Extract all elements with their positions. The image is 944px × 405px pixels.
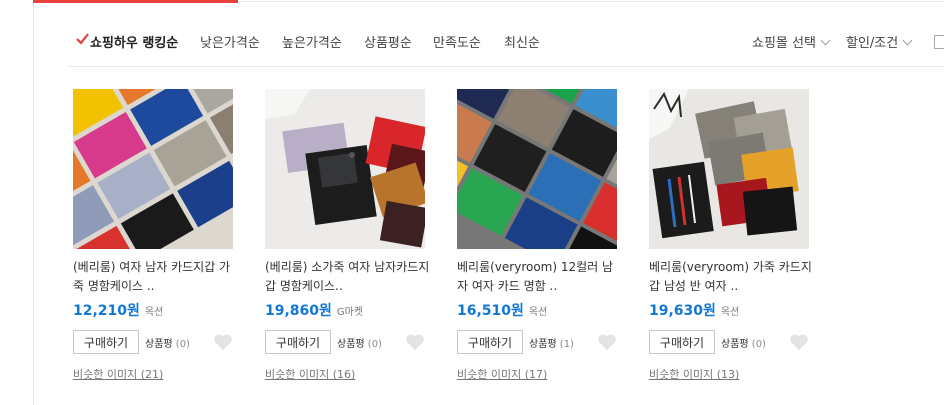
active-tab-indicator bbox=[33, 0, 238, 3]
product-title[interactable]: (베리룸) 소가죽 여자 남자카드지갑 명함케이스.. bbox=[265, 258, 430, 296]
similar-images-link[interactable]: 비슷한 이미지 (21) bbox=[73, 366, 163, 382]
product-price[interactable]: 19,860원 bbox=[265, 303, 332, 319]
product-price[interactable]: 16,510원 bbox=[457, 303, 524, 319]
product-title[interactable]: 베리룸(veryroom) 가죽 카드지갑 남성 반 여자 .. bbox=[649, 258, 814, 296]
sort-newest[interactable]: 최신순 bbox=[504, 32, 540, 51]
mall-name: 옥션 bbox=[720, 307, 740, 318]
similar-images-link[interactable]: 비슷한 이미지 (13) bbox=[649, 366, 739, 382]
discount-dropdown[interactable]: 할인/조건 bbox=[846, 32, 913, 51]
heart-icon[interactable] bbox=[213, 333, 233, 351]
review-label: 상품평 bbox=[721, 339, 749, 350]
review-label: 상품평 bbox=[145, 339, 173, 350]
review-link[interactable]: 상품평 (1) bbox=[529, 335, 574, 350]
mall-select-dropdown[interactable]: 쇼핑몰 선택 bbox=[752, 32, 831, 51]
price-row: 12,210원 옥션 bbox=[73, 300, 243, 320]
sort-ranking[interactable]: 쇼핑하우 랭킹순 bbox=[90, 32, 178, 51]
product-image[interactable] bbox=[265, 89, 425, 249]
buy-button[interactable]: 구매하기 bbox=[73, 330, 139, 354]
review-link[interactable]: 상품평 (0) bbox=[145, 335, 190, 350]
product-price[interactable]: 12,210원 bbox=[73, 303, 140, 319]
buy-button[interactable]: 구매하기 bbox=[265, 330, 331, 354]
sort-divider bbox=[67, 66, 944, 67]
product-card: (베리룸) 소가죽 여자 남자카드지갑 명함케이스.. 19,860원 G마켓 구… bbox=[265, 89, 435, 382]
chevron-down-icon bbox=[820, 35, 831, 46]
sort-high-price[interactable]: 높은가격순 bbox=[282, 32, 342, 51]
option-checkbox[interactable] bbox=[934, 35, 944, 49]
similar-images-link[interactable]: 비슷한 이미지 (17) bbox=[457, 366, 547, 382]
product-card: (베리룸) 여자 남자 카드지갑 가죽 명함케이스 .. 12,210원 옥션 구… bbox=[73, 89, 243, 382]
heart-icon[interactable] bbox=[405, 333, 425, 351]
product-price[interactable]: 19,630원 bbox=[649, 303, 716, 319]
price-row: 19,860원 G마켓 bbox=[265, 300, 435, 320]
product-title[interactable]: 베리룸(veryroom) 12컬러 남자 여자 카드 명함 .. bbox=[457, 258, 622, 296]
discount-label: 할인/조건 bbox=[846, 36, 899, 51]
mall-select-label: 쇼핑몰 선택 bbox=[752, 36, 816, 51]
sort-low-price[interactable]: 낮은가격순 bbox=[200, 32, 260, 51]
product-title[interactable]: (베리룸) 여자 남자 카드지갑 가죽 명함케이스 .. bbox=[73, 258, 238, 296]
product-image[interactable] bbox=[649, 89, 809, 249]
review-count: (0) bbox=[367, 339, 382, 350]
check-icon bbox=[76, 33, 89, 45]
review-label: 상품평 bbox=[337, 339, 365, 350]
mall-name: 옥션 bbox=[528, 307, 548, 318]
buy-button[interactable]: 구매하기 bbox=[457, 330, 523, 354]
review-link[interactable]: 상품평 (0) bbox=[721, 335, 766, 350]
review-count: (0) bbox=[175, 339, 190, 350]
sort-satisfaction[interactable]: 만족도순 bbox=[433, 32, 481, 51]
buy-button[interactable]: 구매하기 bbox=[649, 330, 715, 354]
review-label: 상품평 bbox=[529, 339, 557, 350]
review-link[interactable]: 상품평 (0) bbox=[337, 335, 382, 350]
product-card: 베리룸(veryroom) 12컬러 남자 여자 카드 명함 .. 16,510… bbox=[457, 89, 627, 382]
action-row: 구매하기 상품평 (0) bbox=[649, 330, 819, 354]
action-row: 구매하기 상품평 (0) bbox=[73, 330, 243, 354]
sort-reviews[interactable]: 상품평순 bbox=[364, 32, 412, 51]
heart-icon[interactable] bbox=[789, 333, 809, 351]
price-row: 16,510원 옥션 bbox=[457, 300, 627, 320]
chevron-down-icon bbox=[902, 35, 913, 46]
product-card: 베리룸(veryroom) 가죽 카드지갑 남성 반 여자 .. 19,630원… bbox=[649, 89, 819, 382]
review-count: (1) bbox=[559, 339, 574, 350]
price-row: 19,630원 옥션 bbox=[649, 300, 819, 320]
product-image[interactable] bbox=[457, 89, 617, 249]
action-row: 구매하기 상품평 (1) bbox=[457, 330, 627, 354]
review-count: (0) bbox=[751, 339, 766, 350]
product-image[interactable] bbox=[73, 89, 233, 249]
mall-name: G마켓 bbox=[336, 307, 364, 318]
similar-images-link[interactable]: 비슷한 이미지 (16) bbox=[265, 366, 355, 382]
heart-icon[interactable] bbox=[597, 333, 617, 351]
top-divider bbox=[238, 1, 944, 2]
action-row: 구매하기 상품평 (0) bbox=[265, 330, 435, 354]
sort-bar: 쇼핑하우 랭킹순 낮은가격순 높은가격순 상품평순 만족도순 최신순 쇼핑몰 선… bbox=[76, 26, 944, 56]
mall-name: 옥션 bbox=[144, 307, 164, 318]
